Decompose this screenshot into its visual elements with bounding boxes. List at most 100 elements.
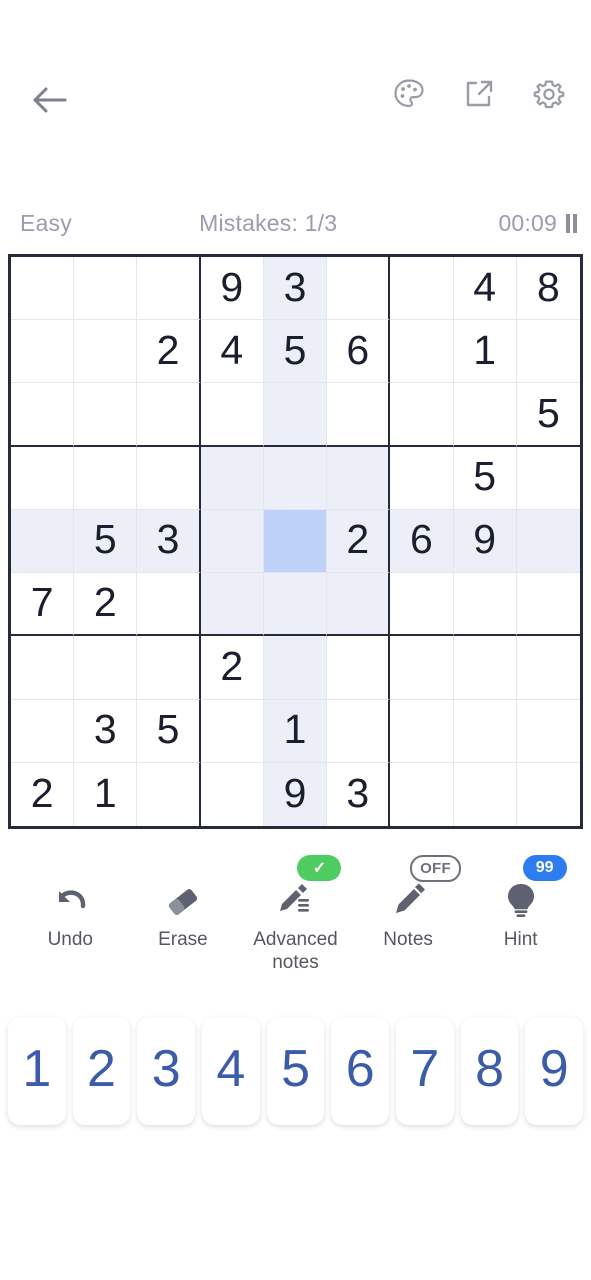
settings-button[interactable] — [529, 74, 569, 114]
sudoku-cell-r1c1[interactable] — [11, 257, 75, 321]
sudoku-cell-r1c3[interactable] — [137, 257, 201, 321]
sudoku-cell-r4c1[interactable] — [11, 446, 75, 510]
sudoku-cell-r6c8[interactable] — [453, 573, 517, 637]
numpad-key-8[interactable]: 8 — [460, 1017, 519, 1125]
erase-button[interactable]: Erase — [128, 877, 238, 952]
sudoku-cell-r2c4[interactable]: 4 — [200, 320, 264, 384]
sudoku-cell-r8c7[interactable] — [390, 699, 454, 763]
sudoku-cell-r1c7[interactable] — [390, 257, 454, 321]
sudoku-cell-r8c9[interactable] — [516, 699, 580, 763]
numpad-key-2[interactable]: 2 — [72, 1017, 131, 1125]
sudoku-cell-r1c2[interactable] — [74, 257, 138, 321]
sudoku-cell-r4c9[interactable] — [516, 446, 580, 510]
sudoku-cell-r3c6[interactable] — [327, 383, 391, 447]
numpad-key-6[interactable]: 6 — [331, 1017, 390, 1125]
sudoku-cell-r7c8[interactable] — [453, 636, 517, 700]
sudoku-cell-r2c2[interactable] — [74, 320, 138, 384]
sudoku-cell-r5c6[interactable]: 2 — [327, 509, 391, 574]
sudoku-cell-r7c6[interactable] — [327, 636, 391, 700]
sudoku-cell-r4c8[interactable]: 5 — [453, 446, 517, 510]
sudoku-cell-r4c7[interactable] — [390, 446, 454, 510]
sudoku-cell-r9c4[interactable] — [200, 762, 264, 826]
sudoku-cell-r5c1[interactable] — [11, 509, 75, 574]
sudoku-cell-r6c1[interactable]: 7 — [11, 573, 75, 637]
sudoku-cell-r6c3[interactable] — [137, 573, 201, 637]
advanced-notes-button[interactable]: ✓ Advanced notes — [240, 855, 350, 975]
sudoku-cell-r2c9[interactable] — [516, 320, 580, 384]
sudoku-cell-r5c4[interactable] — [200, 509, 264, 574]
sudoku-cell-r7c2[interactable] — [74, 636, 138, 700]
sudoku-cell-r9c6[interactable]: 3 — [327, 762, 391, 826]
back-button[interactable] — [24, 74, 76, 126]
numpad-key-1[interactable]: 1 — [8, 1017, 66, 1125]
sudoku-cell-r7c9[interactable] — [516, 636, 580, 700]
notes-button[interactable]: OFF Notes — [353, 855, 463, 952]
sudoku-cell-r1c5[interactable]: 3 — [263, 257, 328, 321]
sudoku-cell-r7c3[interactable] — [137, 636, 201, 700]
sudoku-cell-r3c5[interactable] — [263, 383, 328, 447]
share-button[interactable] — [459, 74, 499, 114]
sudoku-cell-r3c3[interactable] — [137, 383, 201, 447]
sudoku-cell-r4c4[interactable] — [200, 446, 264, 510]
sudoku-cell-r1c4[interactable]: 9 — [200, 257, 264, 321]
numpad-key-3[interactable]: 3 — [137, 1017, 196, 1125]
sudoku-cell-r2c1[interactable] — [11, 320, 75, 384]
sudoku-cell-r2c6[interactable]: 6 — [327, 320, 391, 384]
sudoku-cell-r4c2[interactable] — [74, 446, 138, 510]
numpad-key-9[interactable]: 9 — [525, 1017, 584, 1125]
sudoku-cell-r8c5[interactable]: 1 — [263, 699, 328, 763]
sudoku-cell-r6c5[interactable] — [263, 573, 328, 637]
sudoku-cell-r1c9[interactable]: 8 — [516, 257, 580, 321]
undo-button[interactable]: Undo — [15, 877, 125, 952]
sudoku-cell-r5c5[interactable] — [263, 509, 328, 574]
sudoku-cell-r4c5[interactable] — [263, 446, 328, 510]
sudoku-cell-r9c8[interactable] — [453, 762, 517, 826]
sudoku-cell-r6c7[interactable] — [390, 573, 454, 637]
sudoku-cell-r3c8[interactable] — [453, 383, 517, 447]
numpad-key-4[interactable]: 4 — [202, 1017, 260, 1125]
sudoku-cell-r1c6[interactable] — [327, 257, 391, 321]
sudoku-cell-r5c3[interactable]: 3 — [137, 509, 201, 574]
sudoku-cell-r7c1[interactable] — [11, 636, 75, 700]
sudoku-cell-r7c5[interactable] — [263, 636, 328, 700]
sudoku-cell-r8c4[interactable] — [200, 699, 264, 763]
sudoku-cell-r5c8[interactable]: 9 — [453, 509, 517, 574]
sudoku-cell-r7c7[interactable] — [390, 636, 454, 700]
sudoku-cell-r6c9[interactable] — [516, 573, 580, 637]
hint-button[interactable]: 99 Hint — [466, 855, 576, 952]
sudoku-cell-r2c8[interactable]: 1 — [453, 320, 517, 384]
sudoku-cell-r8c6[interactable] — [327, 699, 391, 763]
sudoku-cell-r9c9[interactable] — [516, 762, 580, 826]
sudoku-cell-r8c8[interactable] — [453, 699, 517, 763]
numpad-key-5[interactable]: 5 — [266, 1017, 325, 1125]
sudoku-cell-r3c4[interactable] — [200, 383, 264, 447]
sudoku-cell-r6c4[interactable] — [200, 573, 264, 637]
sudoku-cell-r3c9[interactable]: 5 — [516, 383, 580, 447]
sudoku-grid[interactable]: 93482456155532697223512193 — [8, 254, 583, 829]
sudoku-cell-r9c5[interactable]: 9 — [263, 762, 328, 826]
sudoku-cell-r2c5[interactable]: 5 — [263, 320, 328, 384]
sudoku-cell-r6c6[interactable] — [327, 573, 391, 637]
numpad-key-7[interactable]: 7 — [396, 1017, 454, 1125]
sudoku-cell-r3c1[interactable] — [11, 383, 75, 447]
sudoku-cell-r5c7[interactable]: 6 — [390, 509, 454, 574]
sudoku-cell-r6c2[interactable]: 2 — [74, 573, 138, 637]
sudoku-cell-r9c1[interactable]: 2 — [11, 762, 75, 826]
sudoku-cell-r8c3[interactable]: 5 — [137, 699, 201, 763]
sudoku-cell-r8c2[interactable]: 3 — [74, 699, 138, 763]
pause-button[interactable] — [566, 213, 577, 233]
sudoku-cell-r3c2[interactable] — [74, 383, 138, 447]
sudoku-cell-r1c8[interactable]: 4 — [453, 257, 517, 321]
sudoku-cell-r2c3[interactable]: 2 — [137, 320, 201, 384]
sudoku-cell-r7c4[interactable]: 2 — [200, 636, 264, 700]
theme-palette-button[interactable] — [389, 74, 429, 114]
sudoku-cell-r3c7[interactable] — [390, 383, 454, 447]
sudoku-cell-r5c2[interactable]: 5 — [74, 509, 138, 574]
sudoku-cell-r9c3[interactable] — [137, 762, 201, 826]
sudoku-cell-r8c1[interactable] — [11, 699, 75, 763]
sudoku-cell-r2c7[interactable] — [390, 320, 454, 384]
sudoku-cell-r4c3[interactable] — [137, 446, 201, 510]
sudoku-cell-r5c9[interactable] — [516, 509, 580, 574]
sudoku-cell-r9c2[interactable]: 1 — [74, 762, 138, 826]
sudoku-cell-r4c6[interactable] — [327, 446, 391, 510]
